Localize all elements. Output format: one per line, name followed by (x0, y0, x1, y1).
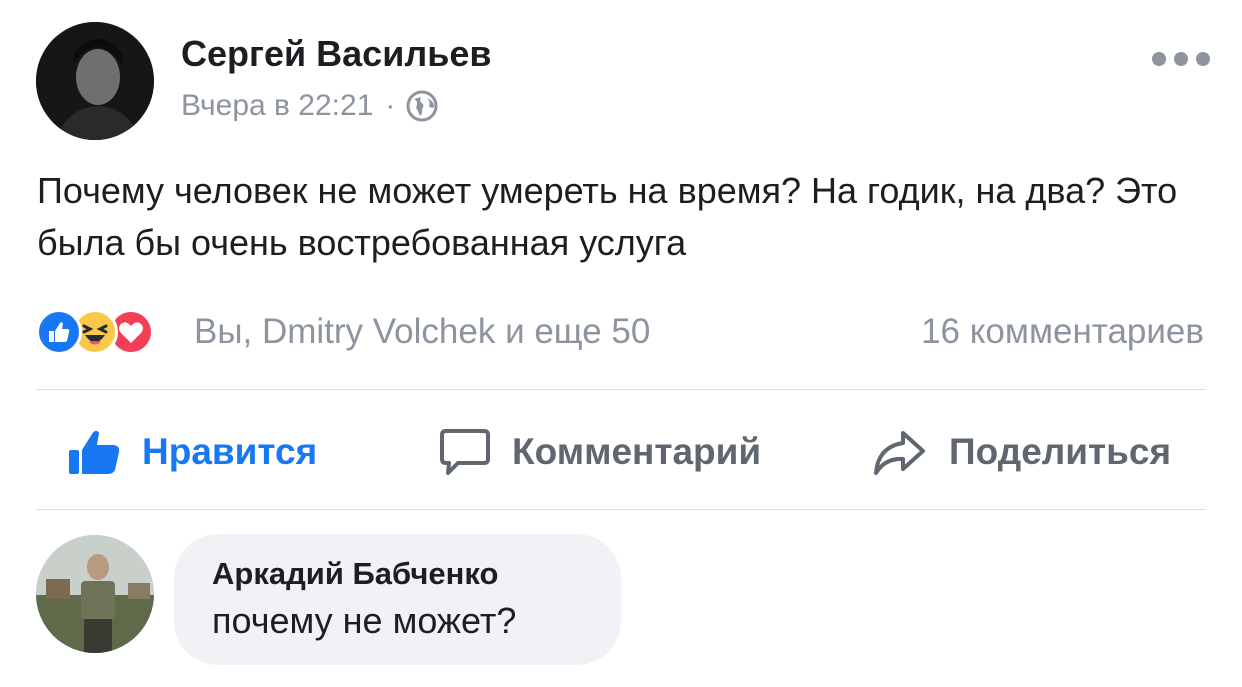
meta-separator: · (385, 89, 396, 122)
author-name[interactable]: Сергей Васильев (181, 33, 491, 75)
divider-bottom (36, 509, 1206, 510)
comment-text: почему не может? (212, 600, 517, 641)
share-button[interactable]: Поделиться (871, 416, 1171, 488)
divider-top (36, 389, 1206, 390)
like-button[interactable]: Нравится (66, 416, 317, 488)
like-reaction-icon (36, 309, 82, 355)
post-meta: Вчера в 22:21 · (181, 86, 439, 126)
globe-icon[interactable] (405, 89, 439, 123)
comment-icon (440, 429, 490, 475)
comment-button[interactable]: Комментарий (438, 416, 761, 488)
author-avatar[interactable] (36, 22, 154, 140)
comment-label: Комментарий (512, 431, 762, 472)
commenter-name[interactable]: Аркадий Бабченко (212, 556, 498, 592)
timestamp[interactable]: Вчера в 22:21 (181, 89, 373, 123)
share-icon (874, 431, 925, 475)
like-label: Нравится (142, 431, 318, 472)
commenter-avatar[interactable] (36, 535, 154, 653)
thumbs-up-icon (69, 430, 120, 474)
more-dots-icon[interactable] (1152, 46, 1210, 72)
comments-count[interactable]: 16 комментариев (921, 308, 1204, 356)
reactions-summary[interactable]: Вы, Dmitry Volchek и еще 50 (194, 308, 650, 356)
post-text: Почему человек не может умереть на время… (37, 170, 1178, 263)
share-label: Поделиться (949, 431, 1172, 472)
reaction-icons[interactable] (36, 308, 154, 356)
